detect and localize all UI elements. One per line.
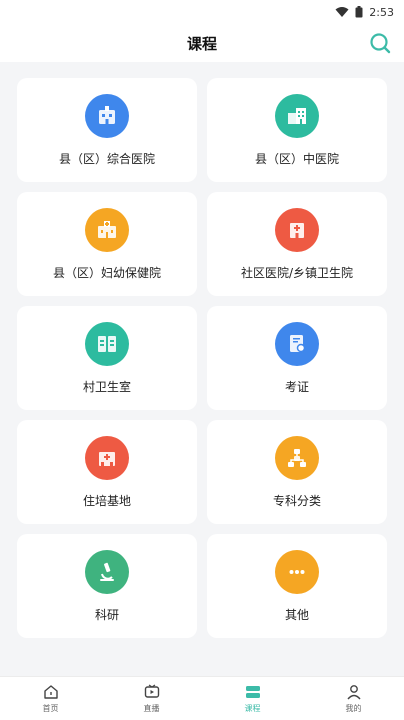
page-title: 课程 (186, 34, 217, 53)
live-tv-icon (144, 684, 159, 698)
clinic-icon (85, 322, 129, 366)
search-icon[interactable] (368, 31, 392, 55)
category-label: 专科分类 (272, 494, 321, 508)
tab-label: 首页 (42, 704, 59, 713)
status-bar: 2:53 (0, 0, 404, 24)
tab-live[interactable]: 直播 (101, 677, 202, 720)
user-icon (346, 685, 361, 700)
hospital-building-icon (85, 94, 129, 138)
category-label: 村卫生室 (82, 380, 131, 394)
home-icon (43, 685, 58, 699)
category-label: 住培基地 (82, 494, 131, 508)
microscope-icon (85, 550, 129, 594)
category-label: 考证 (284, 380, 309, 394)
tab-mine[interactable]: 我的 (303, 677, 404, 720)
category-card-community-township-hospital[interactable]: 社区医院/乡镇卫生院 (207, 192, 387, 296)
hospital-building-icon (85, 436, 129, 480)
more-dots-icon (275, 550, 319, 594)
bottom-tab-bar: 首页 直播 课程 我的 (0, 676, 404, 720)
tab-course[interactable]: 课程 (202, 677, 303, 720)
category-card-county-general-hospital[interactable]: 县（区）综合医院 (17, 78, 197, 182)
hospital-building-icon (275, 208, 319, 252)
tab-label: 直播 (143, 704, 160, 713)
status-time: 2:53 (369, 5, 394, 19)
battery-icon (355, 6, 363, 18)
category-card-specialty[interactable]: 专科分类 (207, 420, 387, 524)
category-card-residency-training-base[interactable]: 住培基地 (17, 420, 197, 524)
certificate-icon (275, 322, 319, 366)
category-label: 县（区）中医院 (254, 152, 339, 166)
course-icon (245, 686, 260, 698)
category-label: 县（区）综合医院 (58, 152, 155, 166)
wifi-icon (335, 7, 349, 17)
category-card-village-clinic[interactable]: 村卫生室 (17, 306, 197, 410)
tab-home[interactable]: 首页 (0, 677, 101, 720)
tab-label: 课程 (244, 704, 261, 713)
page-header: 课程 (0, 24, 404, 62)
hospital-building-icon (275, 94, 319, 138)
hospital-building-icon (85, 208, 129, 252)
category-label: 县（区）妇幼保健院 (52, 266, 161, 280)
category-card-certification[interactable]: 考证 (207, 306, 387, 410)
category-card-other[interactable]: 其他 (207, 534, 387, 638)
category-grid: 县（区）综合医院 县（区）中医院 县（区）妇幼保健院 社区医院/乡镇卫生院 村卫… (17, 78, 387, 638)
hierarchy-icon (275, 436, 319, 480)
tab-label: 我的 (345, 704, 362, 713)
category-card-county-tcm-hospital[interactable]: 县（区）中医院 (207, 78, 387, 182)
category-card-county-maternal-child-hospital[interactable]: 县（区）妇幼保健院 (17, 192, 197, 296)
category-card-research[interactable]: 科研 (17, 534, 197, 638)
category-label: 社区医院/乡镇卫生院 (240, 266, 354, 280)
category-label: 其他 (284, 608, 309, 622)
category-label: 科研 (94, 608, 119, 622)
